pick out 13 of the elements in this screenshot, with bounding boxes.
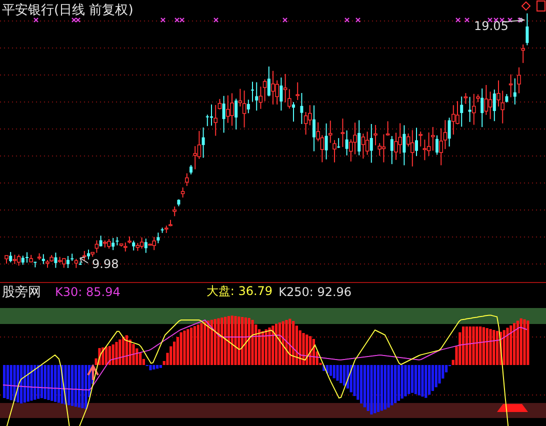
indicator-readout: 大盘: 36.79 [206, 283, 273, 300]
pointer-arrow-icon [80, 256, 88, 264]
window-toggle-icon[interactable] [536, 0, 546, 12]
chart-title: 平安银行(日线 前复权) [2, 2, 134, 19]
high-price-label: 19.05 [474, 19, 508, 33]
diamond-icon [521, 1, 531, 11]
indicator-name: 股旁网 [2, 284, 41, 300]
indicator-readout: K250: 92.96 [278, 284, 352, 298]
up-arrow-icon [87, 364, 99, 381]
pointer-arrow-icon [504, 18, 526, 22]
indicator-readout: K30: 85.94 [55, 284, 120, 298]
signal-marker [497, 404, 528, 412]
low-price-label: 9.98 [92, 257, 119, 271]
